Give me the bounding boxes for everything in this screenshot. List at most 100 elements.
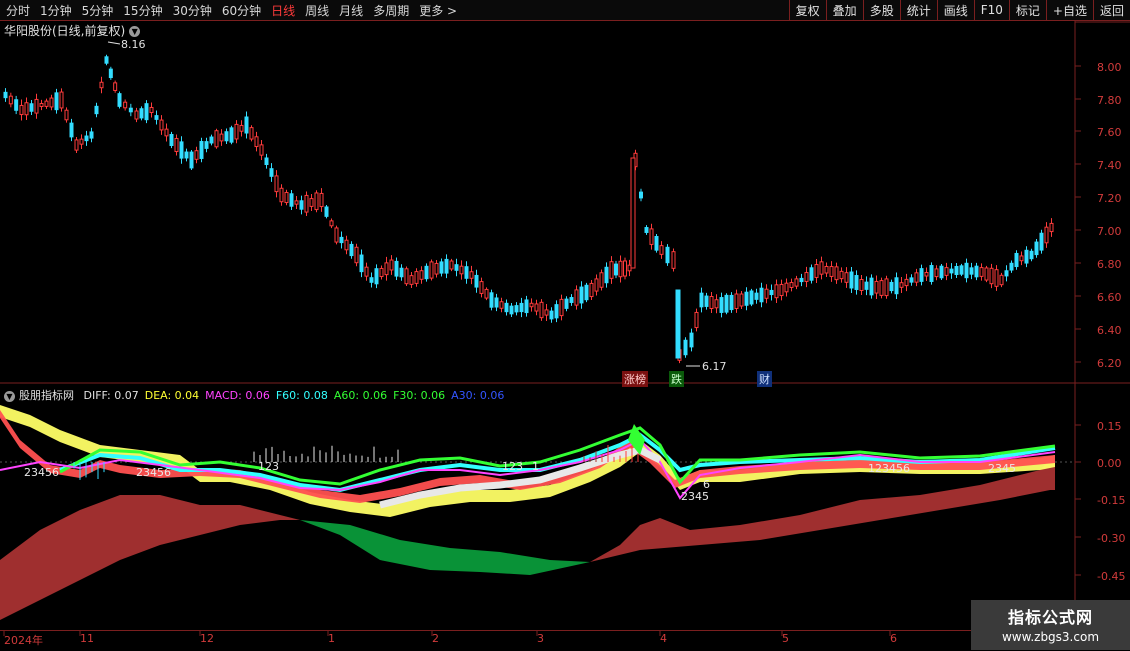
finance-badge[interactable]: 财 (757, 371, 772, 387)
candle-body (479, 281, 484, 294)
candle-body (1009, 262, 1014, 271)
candle-body (1044, 226, 1049, 244)
chevron-down-icon[interactable]: ▼ (4, 390, 15, 402)
candle-body (189, 151, 194, 169)
candle-body (414, 271, 419, 284)
candle-body (554, 304, 559, 319)
candle-body (49, 97, 54, 108)
candle-body (284, 191, 289, 204)
candle-body (869, 277, 874, 296)
candle-body (439, 261, 444, 274)
date-tick-label: 4 (660, 632, 667, 645)
candle-body (909, 277, 914, 283)
candle-body (724, 294, 729, 313)
candle-body (34, 98, 39, 114)
indicator-value: F60: 0.08 (275, 389, 328, 402)
candle-body (379, 267, 384, 278)
candle-body (219, 133, 224, 142)
candle-body (924, 272, 929, 277)
candle-body (559, 298, 564, 317)
candle-body (309, 198, 314, 207)
candle-body (139, 108, 144, 119)
wave-label: 23456 (24, 466, 59, 479)
watermark-title: 指标公式网 (1007, 608, 1093, 627)
candle-body (449, 260, 454, 270)
candle-body (364, 266, 369, 277)
price-tick-label: 7.60 (1097, 126, 1122, 139)
indicator-value: MACD: 0.06 (205, 389, 270, 402)
candle-body (839, 270, 844, 280)
candle-body (834, 266, 839, 281)
candle-body (69, 122, 74, 138)
limit-up-badge[interactable]: 涨榜 (622, 371, 648, 387)
candle-body (539, 301, 544, 319)
indicator-name: 股朋指标网 (19, 389, 74, 402)
candle-body (799, 277, 804, 283)
candle-body (759, 287, 764, 303)
lower-red-area (0, 495, 300, 620)
candle-body (579, 286, 584, 304)
candle-body (459, 265, 464, 275)
candle-body (649, 228, 654, 245)
candle-body (419, 270, 424, 280)
candle-body (113, 82, 118, 91)
candle-body (319, 192, 324, 208)
price-tick-label: 6.40 (1097, 324, 1122, 337)
price-tick-label: 6.20 (1097, 357, 1122, 370)
candle-body (1004, 270, 1009, 277)
candle-body (754, 292, 759, 300)
candle-body (128, 107, 133, 113)
candle-body (524, 299, 529, 314)
candle-body (134, 110, 139, 120)
candle-body (79, 138, 84, 145)
price-tick-label: 6.60 (1097, 291, 1122, 304)
candle-body (184, 151, 189, 159)
candle-body (89, 131, 94, 139)
candle-body (1024, 249, 1029, 264)
candle-body (39, 102, 44, 108)
candle-body (239, 124, 244, 132)
candle-body (1014, 252, 1019, 268)
candle-body (429, 261, 434, 279)
candle-body (324, 206, 329, 217)
price-tick-label: 7.40 (1097, 159, 1122, 172)
candle-body (254, 136, 259, 148)
watermark: 指标公式网 www.zbgs3.com (971, 600, 1130, 650)
wave-label: 2345 (988, 462, 1016, 475)
indicator-tick-label: 0.15 (1097, 420, 1122, 433)
candle-body (683, 339, 688, 356)
candle-body (644, 227, 649, 233)
wave-label: 123 (258, 460, 279, 473)
fall-badge[interactable]: 跌 (669, 371, 684, 387)
candle-body (1019, 255, 1024, 262)
candle-body (294, 200, 299, 205)
candle-body (704, 295, 709, 307)
date-tick-label: 3 (537, 632, 544, 645)
candle-body (264, 157, 269, 166)
watermark-url: www.zbgs3.com (1001, 630, 1100, 644)
candle-body (589, 282, 594, 298)
candle-body (1039, 232, 1044, 251)
date-tick-label: 2 (432, 632, 439, 645)
indicator-value: A60: 0.06 (333, 389, 388, 402)
candle-body (64, 109, 69, 121)
indicator-legend: ▼ 股朋指标网 DIFF: 0.07 DEA: 0.04 MACD: 0.06 F60:… (4, 387, 510, 403)
candle-body (424, 265, 429, 280)
candle-body (714, 299, 719, 309)
candle-body (779, 283, 784, 297)
candle-body (3, 91, 8, 99)
candle-body (209, 136, 214, 144)
candle-body (509, 305, 514, 315)
candle-body (549, 310, 554, 320)
wave-label: 2345 (681, 490, 709, 503)
candle-body (274, 175, 279, 193)
candle-body (159, 119, 164, 131)
candle-body (769, 289, 774, 296)
candle-body (329, 220, 334, 227)
price-tick-label: 7.20 (1097, 192, 1122, 205)
candle-body (169, 133, 174, 147)
candle-body (374, 268, 379, 285)
candle-body (964, 262, 969, 279)
candle-body (259, 144, 264, 156)
candle-body (584, 284, 589, 301)
